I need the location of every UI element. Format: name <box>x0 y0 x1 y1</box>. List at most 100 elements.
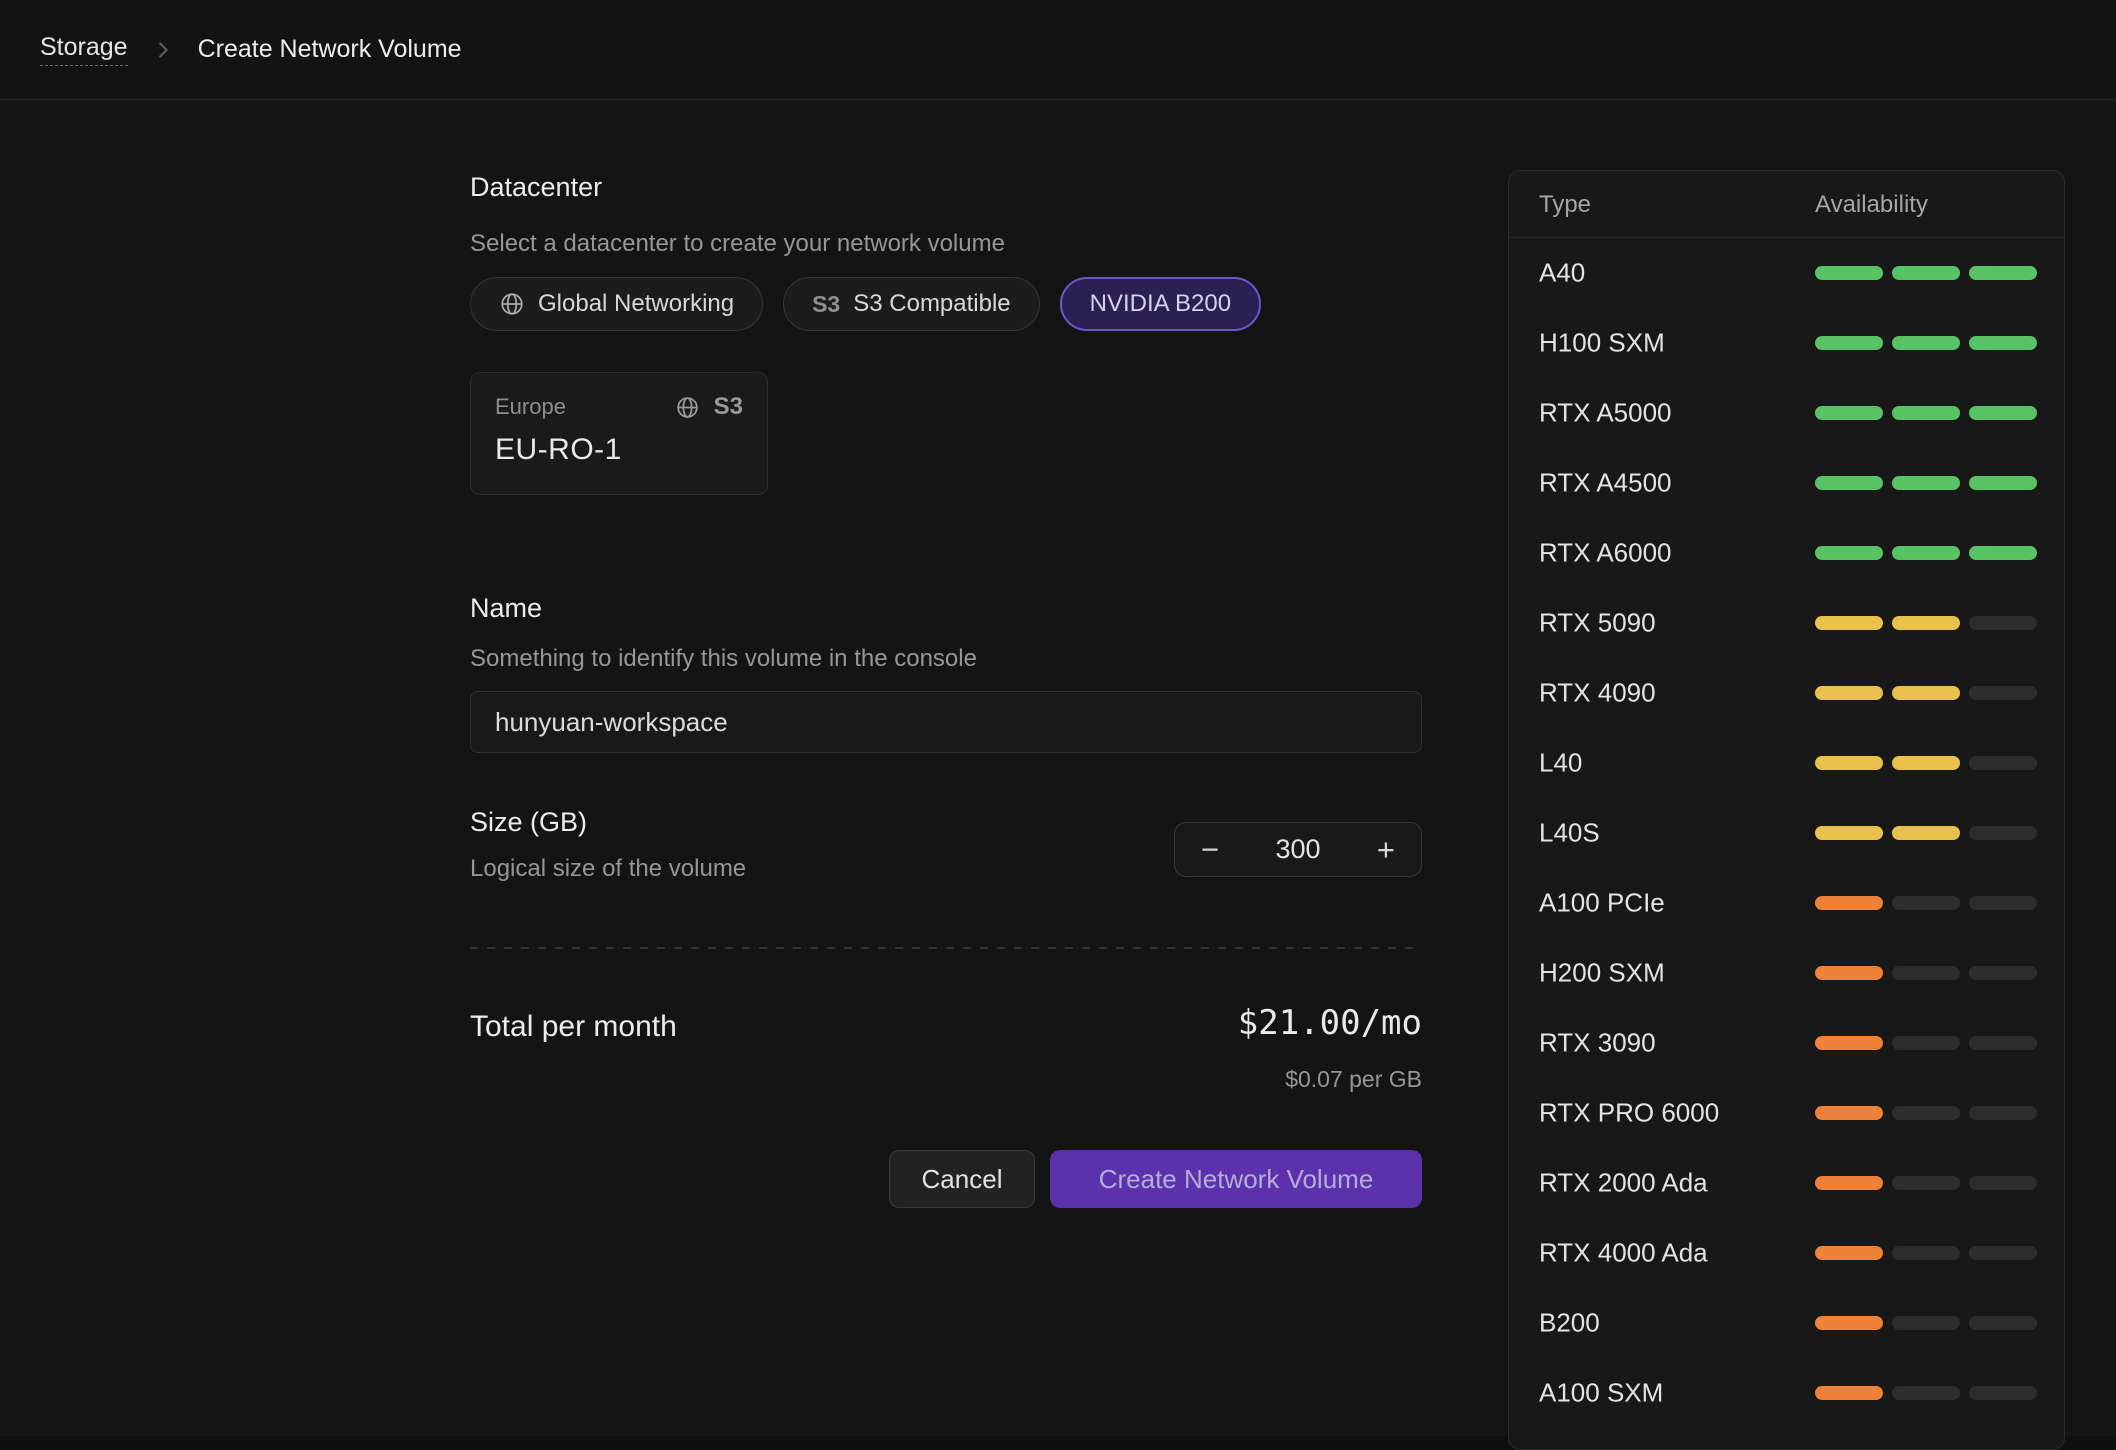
availability-meter <box>1815 336 2037 350</box>
availability-pill <box>1815 266 1883 280</box>
chevron-right-icon <box>152 39 174 61</box>
gpu-availability-row: L40S <box>1509 798 2064 868</box>
size-value[interactable]: 300 <box>1275 834 1320 865</box>
gpu-type-label: RTX A6000 <box>1539 538 1672 569</box>
availability-pill <box>1815 1316 1883 1330</box>
gpu-availability-row: RTX A6000 <box>1509 518 2064 588</box>
gpu-availability-row: H200 SXM <box>1509 938 2064 1008</box>
availability-pill <box>1815 686 1883 700</box>
column-header-availability: Availability <box>1815 171 1928 238</box>
gpu-type-label: H100 SXM <box>1539 328 1665 359</box>
availability-pill <box>1969 756 2037 770</box>
availability-pill <box>1892 966 1960 980</box>
availability-meter <box>1815 756 2037 770</box>
availability-pill <box>1969 476 2037 490</box>
gpu-availability-row: A100 SXM <box>1509 1358 2064 1428</box>
datacenter-card-eu-ro-1[interactable]: Europe S3 EU-RO-1 <box>470 372 768 495</box>
breadcrumb-storage-link[interactable]: Storage <box>40 33 128 66</box>
availability-pill <box>1815 616 1883 630</box>
availability-pill <box>1892 476 1960 490</box>
availability-pill <box>1969 826 2037 840</box>
availability-meter <box>1815 616 2037 630</box>
availability-pill <box>1892 896 1960 910</box>
gpu-type-label: A100 SXM <box>1539 1378 1663 1409</box>
cancel-button[interactable]: Cancel <box>889 1150 1035 1208</box>
availability-pill <box>1815 756 1883 770</box>
gpu-availability-row: A100 PCIe <box>1509 868 2064 938</box>
availability-pill <box>1815 966 1883 980</box>
gpu-type-label: RTX 2000 Ada <box>1539 1168 1708 1199</box>
gpu-type-label: RTX 5090 <box>1539 608 1656 639</box>
availability-pill <box>1969 1386 2037 1400</box>
size-increment-button[interactable]: + <box>1375 834 1397 865</box>
availability-meter <box>1815 1316 2037 1330</box>
globe-icon <box>675 395 700 420</box>
availability-pill <box>1815 546 1883 560</box>
availability-pill <box>1815 1176 1883 1190</box>
gpu-availability-row: RTX A4500 <box>1509 448 2064 518</box>
filter-chip-nvidia-b200[interactable]: NVIDIA B200 <box>1060 277 1261 331</box>
availability-pill <box>1969 1106 2037 1120</box>
availability-pill <box>1892 336 1960 350</box>
availability-pill <box>1969 1036 2037 1050</box>
availability-pill <box>1815 1036 1883 1050</box>
availability-meter <box>1815 1106 2037 1120</box>
availability-pill <box>1892 406 1960 420</box>
filter-chip-global-networking[interactable]: Global Networking <box>470 277 763 331</box>
availability-pill <box>1969 266 2037 280</box>
filter-chip-s3-compatible[interactable]: S3 S3 Compatible <box>783 277 1040 331</box>
gpu-availability-row: RTX A5000 <box>1509 378 2064 448</box>
availability-pill <box>1969 686 2037 700</box>
availability-pill <box>1969 1176 2037 1190</box>
availability-pill <box>1815 826 1883 840</box>
availability-pill <box>1892 826 1960 840</box>
availability-pill <box>1969 1316 2037 1330</box>
gpu-availability-row: RTX 2000 Ada <box>1509 1148 2064 1218</box>
volume-name-input[interactable] <box>470 691 1422 753</box>
availability-pill <box>1892 756 1960 770</box>
availability-pill <box>1969 896 2037 910</box>
page-title: Create Network Volume <box>198 35 462 64</box>
availability-meter <box>1815 546 2037 560</box>
availability-pill <box>1815 406 1883 420</box>
s3-icon: S3 <box>812 291 840 318</box>
availability-table-header: Type Availability <box>1509 171 2064 238</box>
availability-rows: A40 H100 SXM RTX A5000 RTX A4500 RTX A60… <box>1509 238 2064 1428</box>
gpu-availability-row: A40 <box>1509 238 2064 308</box>
availability-pill <box>1815 336 1883 350</box>
availability-pill <box>1892 1106 1960 1120</box>
availability-pill <box>1815 476 1883 490</box>
name-description: Something to identify this volume in the… <box>470 645 977 673</box>
availability-pill <box>1969 966 2037 980</box>
size-decrement-button[interactable]: − <box>1199 834 1221 865</box>
gpu-availability-row: RTX 4090 <box>1509 658 2064 728</box>
gpu-availability-panel: Type Availability A40 H100 SXM RTX A5000… <box>1508 170 2065 1450</box>
availability-meter <box>1815 966 2037 980</box>
availability-pill <box>1892 616 1960 630</box>
gpu-availability-row: B200 <box>1509 1288 2064 1358</box>
availability-pill <box>1892 546 1960 560</box>
availability-pill <box>1892 1246 1960 1260</box>
gpu-type-label: RTX 4000 Ada <box>1539 1238 1708 1269</box>
create-network-volume-button[interactable]: Create Network Volume <box>1050 1150 1422 1208</box>
availability-meter <box>1815 406 2037 420</box>
availability-meter <box>1815 1036 2037 1050</box>
availability-pill <box>1892 1386 1960 1400</box>
gpu-type-label: H200 SXM <box>1539 958 1665 989</box>
globe-icon <box>499 291 525 317</box>
gpu-type-label: RTX 3090 <box>1539 1028 1656 1059</box>
gpu-type-label: L40S <box>1539 818 1600 849</box>
gpu-availability-row: L40 <box>1509 728 2064 798</box>
gpu-type-label: RTX A4500 <box>1539 468 1672 499</box>
section-divider <box>470 947 1422 949</box>
datacenter-filter-chips: Global Networking S3 S3 Compatible NVIDI… <box>470 277 1261 331</box>
gpu-availability-row: RTX PRO 6000 <box>1509 1078 2064 1148</box>
gpu-availability-row: RTX 4000 Ada <box>1509 1218 2064 1288</box>
availability-pill <box>1969 1246 2037 1260</box>
availability-pill <box>1892 686 1960 700</box>
filter-chip-label: Global Networking <box>538 290 734 318</box>
gpu-type-label: L40 <box>1539 748 1582 779</box>
availability-meter <box>1815 1246 2037 1260</box>
availability-pill <box>1892 266 1960 280</box>
datacenter-region: Europe <box>495 394 566 420</box>
